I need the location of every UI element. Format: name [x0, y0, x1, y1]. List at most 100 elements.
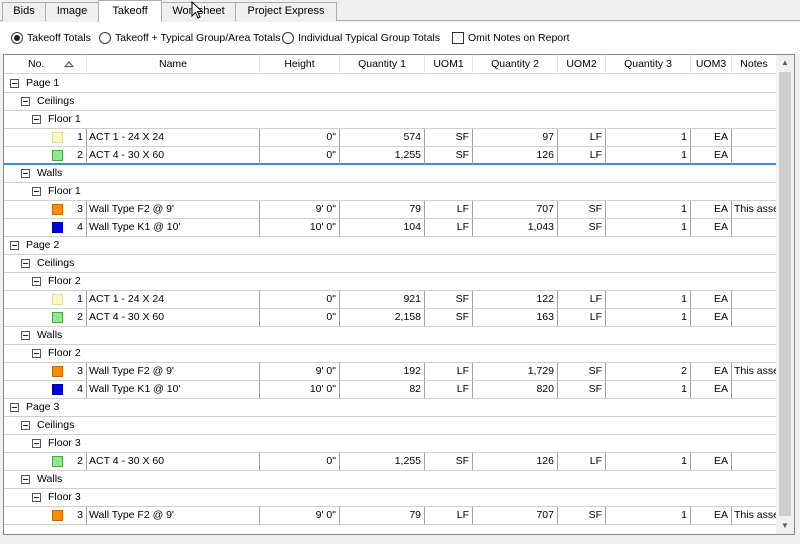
cell-quantity1[interactable]: 574: [340, 129, 425, 146]
cell-uom1[interactable]: LF: [425, 507, 473, 524]
cell-quantity3[interactable]: 1: [606, 309, 691, 326]
cell-uom2[interactable]: LF: [558, 129, 606, 146]
cell-quantity1[interactable]: 1,255: [340, 147, 425, 164]
radio-circle-icon[interactable]: [99, 32, 111, 44]
cell-uom3[interactable]: EA: [691, 291, 732, 308]
cell-quantity1[interactable]: 2,158: [340, 309, 425, 326]
column-header-notes[interactable]: Notes: [732, 55, 776, 74]
item-row[interactable]: 3 Wall Type F2 @ 9' 9' 0" 192 LF 1,729 SF 2 EA Th…: [4, 363, 776, 381]
tab-bids[interactable]: Bids: [2, 2, 46, 21]
cell-uom2[interactable]: LF: [558, 147, 606, 164]
cell-notes[interactable]: [732, 453, 776, 470]
column-header-quantity1[interactable]: Quantity 1: [340, 55, 425, 74]
cell-no[interactable]: 4: [69, 219, 87, 236]
item-row[interactable]: 2 ACT 4 - 30 X 60 0" 1,255 SF 126 LF 1 EA: [4, 147, 776, 165]
cell-uom1[interactable]: SF: [425, 147, 473, 164]
item-row[interactable]: 3 Wall Type F2 @ 9' 9' 0" 79 LF 707 SF 1 EA This …: [4, 201, 776, 219]
cell-name[interactable]: Wall Type K1 @ 10': [87, 381, 260, 398]
cell-notes[interactable]: [732, 381, 776, 398]
cell-uom2[interactable]: SF: [558, 507, 606, 524]
scrollbar-thumb[interactable]: [779, 72, 791, 516]
item-row[interactable]: 4 Wall Type K1 @ 10' 10' 0" 82 LF 820 SF 1 EA: [4, 381, 776, 399]
group-row[interactable]: Floor 2: [4, 273, 776, 291]
cell-quantity1[interactable]: 79: [340, 507, 425, 524]
group-row[interactable]: Walls: [4, 471, 776, 489]
collapse-toggle-icon[interactable]: [10, 79, 19, 88]
collapse-toggle-icon[interactable]: [21, 475, 30, 484]
cell-height[interactable]: 0": [260, 147, 340, 164]
cell-no[interactable]: 2: [69, 309, 87, 326]
cell-no[interactable]: 3: [69, 363, 87, 380]
cell-height[interactable]: 9' 0": [260, 363, 340, 380]
item-row[interactable]: 1 ACT 1 - 24 X 24 0" 574 SF 97 LF 1 EA: [4, 129, 776, 147]
collapse-toggle-icon[interactable]: [32, 115, 41, 124]
cell-name[interactable]: ACT 4 - 30 X 60: [87, 309, 260, 326]
cell-uom3[interactable]: EA: [691, 363, 732, 380]
column-header-uom2[interactable]: UOM2: [558, 55, 606, 74]
cell-quantity2[interactable]: 126: [473, 147, 558, 164]
cell-no[interactable]: 1: [69, 291, 87, 308]
cell-notes[interactable]: This assembly f...: [732, 201, 776, 218]
cell-height[interactable]: 0": [260, 309, 340, 326]
scroll-up-arrow-icon[interactable]: ▲: [776, 55, 794, 71]
collapse-toggle-icon[interactable]: [32, 493, 41, 502]
cell-uom3[interactable]: EA: [691, 507, 732, 524]
tab-image[interactable]: Image: [45, 2, 99, 21]
cell-notes[interactable]: [732, 147, 776, 164]
vertical-scrollbar[interactable]: ▲ ▼: [776, 55, 794, 534]
cell-notes[interactable]: [732, 309, 776, 326]
cell-quantity3[interactable]: 1: [606, 291, 691, 308]
group-row[interactable]: Page 3: [4, 399, 776, 417]
radio-circle-icon[interactable]: [11, 32, 23, 44]
cell-uom2[interactable]: SF: [558, 363, 606, 380]
cell-height[interactable]: 0": [260, 129, 340, 146]
cell-height[interactable]: 10' 0": [260, 219, 340, 236]
cell-uom1[interactable]: SF: [425, 309, 473, 326]
group-row[interactable]: Walls: [4, 165, 776, 183]
cell-quantity2[interactable]: 820: [473, 381, 558, 398]
cell-uom3[interactable]: EA: [691, 381, 732, 398]
collapse-toggle-icon[interactable]: [32, 439, 41, 448]
cell-quantity1[interactable]: 1,255: [340, 453, 425, 470]
item-row[interactable]: 3 Wall Type F2 @ 9' 9' 0" 79 LF 707 SF 1 EA This …: [4, 507, 776, 525]
cell-height[interactable]: 9' 0": [260, 201, 340, 218]
column-header-name[interactable]: Name: [87, 55, 260, 74]
cell-uom3[interactable]: EA: [691, 129, 732, 146]
group-row[interactable]: Page 1: [4, 75, 776, 93]
collapse-toggle-icon[interactable]: [21, 259, 30, 268]
group-row[interactable]: Page 2: [4, 237, 776, 255]
item-row[interactable]: 2 ACT 4 - 30 X 60 0" 1,255 SF 126 LF 1 EA: [4, 453, 776, 471]
collapse-toggle-icon[interactable]: [21, 331, 30, 340]
cell-quantity3[interactable]: 1: [606, 147, 691, 164]
cell-notes[interactable]: This assembly f...: [732, 363, 776, 380]
cell-uom3[interactable]: EA: [691, 453, 732, 470]
column-header-no[interactable]: No.: [4, 55, 87, 74]
group-row[interactable]: Ceilings: [4, 255, 776, 273]
cell-quantity3[interactable]: 1: [606, 201, 691, 218]
tab-takeoff[interactable]: Takeoff: [98, 0, 162, 22]
cell-uom1[interactable]: SF: [425, 453, 473, 470]
cell-uom2[interactable]: SF: [558, 219, 606, 236]
cell-uom1[interactable]: LF: [425, 363, 473, 380]
cell-uom2[interactable]: LF: [558, 453, 606, 470]
cell-uom1[interactable]: LF: [425, 201, 473, 218]
cell-no[interactable]: 2: [69, 453, 87, 470]
cell-uom1[interactable]: SF: [425, 291, 473, 308]
column-header-quantity3[interactable]: Quantity 3: [606, 55, 691, 74]
cell-quantity2[interactable]: 1,043: [473, 219, 558, 236]
group-row[interactable]: Floor 1: [4, 111, 776, 129]
cell-uom1[interactable]: LF: [425, 381, 473, 398]
cell-uom3[interactable]: EA: [691, 201, 732, 218]
cell-uom2[interactable]: SF: [558, 381, 606, 398]
item-row[interactable]: 4 Wall Type K1 @ 10' 10' 0" 104 LF 1,043 SF 1 EA: [4, 219, 776, 237]
cell-quantity2[interactable]: 707: [473, 507, 558, 524]
collapse-toggle-icon[interactable]: [32, 187, 41, 196]
cell-name[interactable]: ACT 1 - 24 X 24: [87, 291, 260, 308]
cell-notes[interactable]: [732, 129, 776, 146]
cell-no[interactable]: 3: [69, 507, 87, 524]
cell-no[interactable]: 2: [69, 147, 87, 164]
group-row[interactable]: Floor 3: [4, 489, 776, 507]
cell-height[interactable]: 9' 0": [260, 507, 340, 524]
cell-height[interactable]: 0": [260, 291, 340, 308]
cell-quantity1[interactable]: 104: [340, 219, 425, 236]
